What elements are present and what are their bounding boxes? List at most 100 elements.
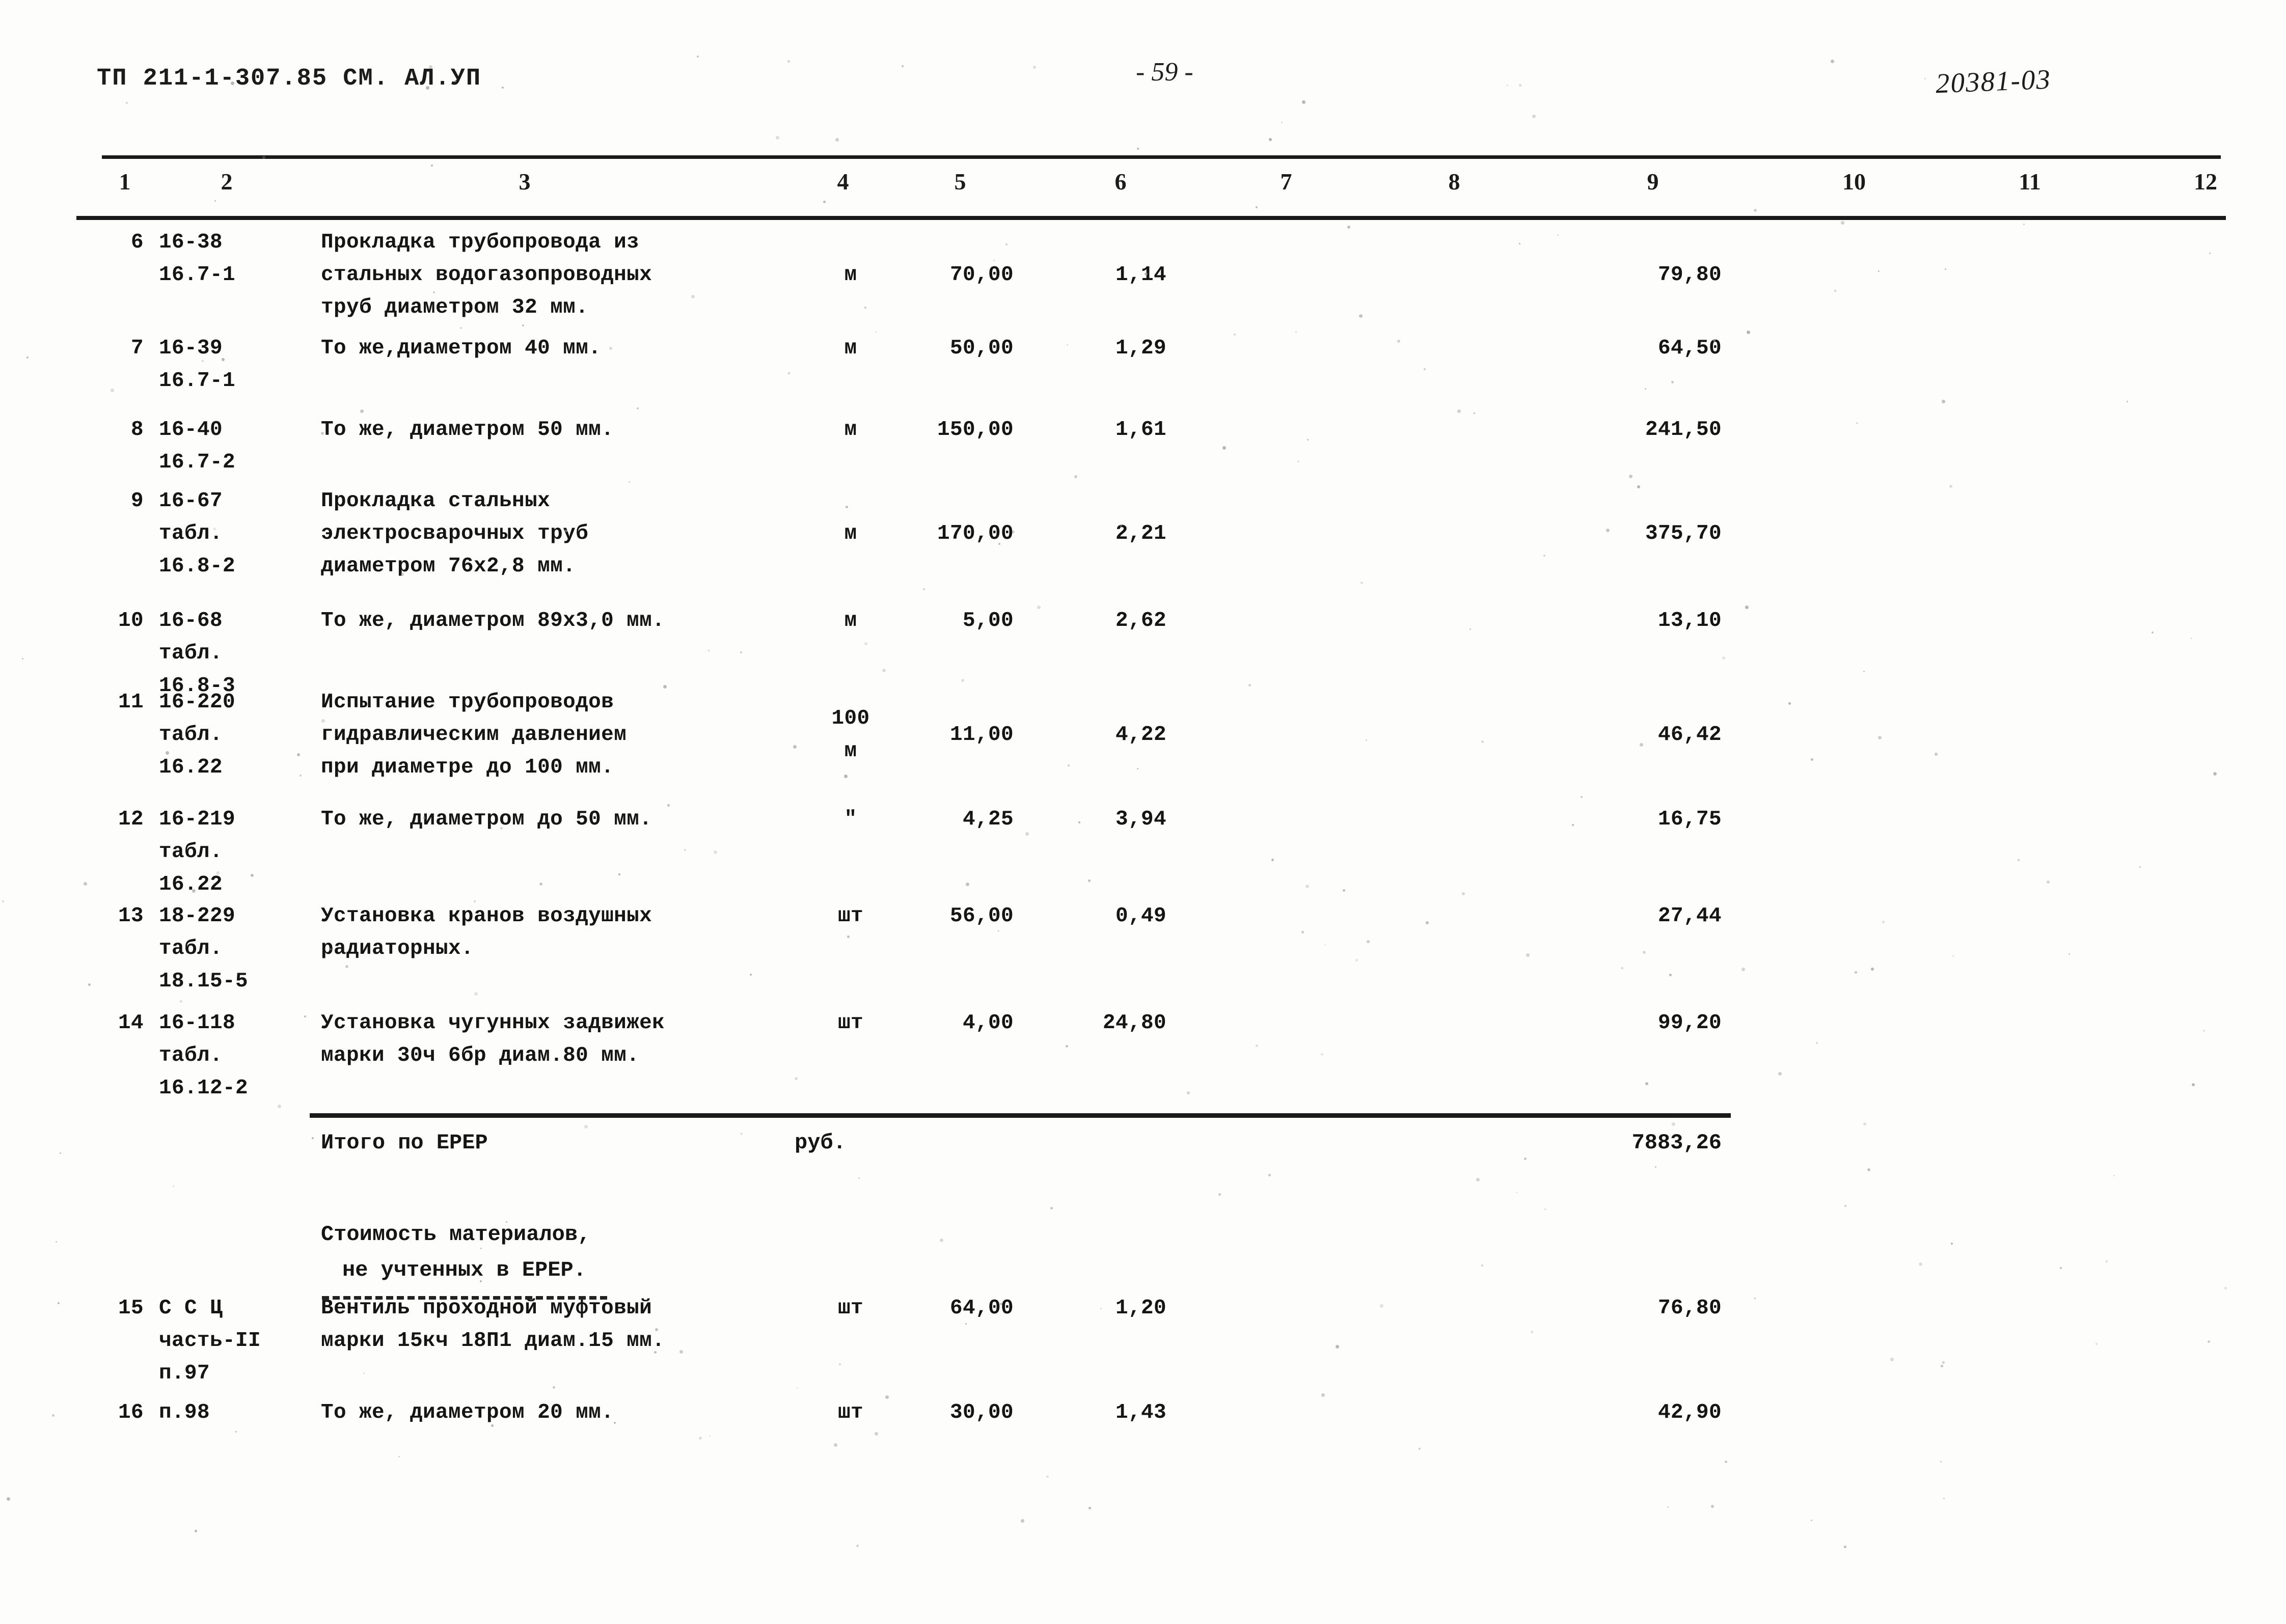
row-quantity: 170,00: [937, 522, 1014, 545]
row-quantity: 4,25: [962, 808, 1014, 831]
row-total: 79,80: [1657, 263, 1722, 287]
row-unit-price: 0,49: [1115, 904, 1166, 928]
page-number: - 59 -: [1136, 58, 1193, 87]
row-number: 13: [118, 904, 144, 928]
column-number-row: 1 2 3 4 5 6 7 8 9 10 11 12: [0, 168, 2286, 214]
row-code: п.98: [159, 1401, 210, 1424]
row-quantity: 5,00: [962, 609, 1014, 632]
row-unit: м: [844, 609, 857, 632]
column-number-11: 11: [2019, 169, 2041, 195]
row-unit-price: 4,22: [1115, 723, 1166, 747]
total-erer-unit: руб.: [795, 1131, 846, 1155]
materials-heading-line1: Стоимость материалов,: [321, 1222, 591, 1247]
row-unit-price: 1,14: [1115, 263, 1166, 287]
column-number-10: 10: [1842, 169, 1866, 195]
row-description: То же, диаметром 89х3,0 мм.: [321, 609, 665, 632]
totals-separator-rule: [310, 1113, 1731, 1118]
row-unit: м: [844, 337, 857, 360]
row-unit: ": [844, 808, 857, 831]
row-unit: шт: [837, 1401, 863, 1424]
row-code: 16-219 табл. 16.22: [159, 808, 236, 896]
row-unit: шт: [837, 1011, 863, 1035]
row-number: 8: [130, 418, 144, 442]
row-quantity: 56,00: [949, 904, 1014, 928]
row-code: 16-118 табл. 16.12-2: [159, 1011, 249, 1100]
column-number-7: 7: [1280, 169, 1292, 195]
row-description: То же, диаметром 20 мм.: [321, 1401, 614, 1424]
column-number-12: 12: [2194, 169, 2217, 195]
column-number-5: 5: [954, 169, 966, 195]
column-header-rule: [76, 216, 2226, 220]
row-total: 16,75: [1657, 808, 1722, 831]
row-description: То же, диаметром 50 мм.: [321, 418, 614, 442]
total-erer-value: 7883,26: [1631, 1131, 1722, 1155]
row-code: 16-40 16.7-2: [159, 418, 236, 474]
row-description: Прокладка стальных электросварочных труб…: [321, 489, 589, 578]
row-description: Вентиль проходной муфтовый марки 15кч 18…: [321, 1297, 665, 1353]
row-total: 99,20: [1657, 1011, 1722, 1035]
row-description: Установка чугунных задвижек марки 30ч 6б…: [321, 1011, 665, 1067]
row-code: 18-229 табл. 18.15-5: [159, 904, 249, 993]
total-erer-label: Итого по ЕРЕР: [321, 1131, 488, 1155]
row-quantity: 11,00: [949, 723, 1014, 747]
column-number-8: 8: [1448, 169, 1460, 195]
row-code: 16-67 табл. 16.8-2: [159, 489, 236, 578]
row-number: 10: [118, 609, 144, 632]
row-unit-price: 2,62: [1115, 609, 1166, 632]
row-number: 12: [118, 808, 144, 831]
row-total: 27,44: [1657, 904, 1722, 928]
row-total: 76,80: [1657, 1297, 1722, 1320]
row-number: 16: [118, 1401, 144, 1424]
row-number: 7: [130, 337, 144, 360]
row-unit: м: [844, 418, 857, 442]
materials-heading-line2: не учтенных в ЕРЕР.: [342, 1258, 586, 1282]
row-description: То же, диаметром до 50 мм.: [321, 808, 652, 831]
row-total: 13,10: [1657, 609, 1722, 632]
row-unit-price: 1,29: [1115, 337, 1166, 360]
row-total: 46,42: [1657, 723, 1722, 747]
row-total: 241,50: [1645, 418, 1722, 442]
row-unit: шт: [837, 904, 863, 928]
row-number: 11: [118, 691, 144, 714]
column-number-1: 1: [119, 169, 131, 195]
row-number: 15: [118, 1297, 144, 1320]
archive-stamp: 20381-03: [1935, 63, 2052, 99]
row-code: 16-38 16.7-1: [159, 231, 236, 287]
column-number-3: 3: [519, 169, 531, 195]
row-unit-price: 1,43: [1115, 1401, 1166, 1424]
row-quantity: 150,00: [937, 418, 1014, 442]
table-top-rule: [102, 155, 2221, 159]
row-description: Прокладка трубопровода из стальных водог…: [321, 231, 652, 319]
row-description: Испытание трубопроводов гидравлическим д…: [321, 691, 627, 779]
row-code: 16-39 16.7-1: [159, 337, 236, 393]
row-number: 6: [130, 231, 144, 254]
column-number-9: 9: [1647, 169, 1659, 195]
row-unit: м: [844, 522, 857, 545]
row-code: С С Ц часть-II п.97: [159, 1297, 261, 1385]
document-page: ТП 211-1-307.85 СМ. АЛ.УП - 59 - 20381-0…: [0, 0, 2286, 1624]
row-number: 9: [130, 489, 144, 513]
materials-dashed-rule: [322, 1296, 607, 1300]
row-unit: 100 м: [831, 707, 870, 763]
row-unit: м: [844, 263, 857, 287]
row-unit-price: 2,21: [1115, 522, 1166, 545]
row-quantity: 30,00: [949, 1401, 1014, 1424]
row-unit-price: 24,80: [1102, 1011, 1166, 1035]
row-quantity: 50,00: [949, 337, 1014, 360]
row-number: 14: [118, 1011, 144, 1035]
row-total: 42,90: [1657, 1401, 1722, 1424]
row-total: 375,70: [1645, 522, 1722, 545]
row-quantity: 4,00: [962, 1011, 1014, 1035]
column-number-4: 4: [837, 169, 849, 195]
row-unit: шт: [837, 1297, 863, 1320]
document-code-header: ТП 211-1-307.85 СМ. АЛ.УП: [97, 65, 482, 92]
row-total: 64,50: [1657, 337, 1722, 360]
row-unit-price: 3,94: [1115, 808, 1166, 831]
row-unit-price: 1,20: [1115, 1297, 1166, 1320]
row-description: То же,диаметром 40 мм.: [321, 337, 602, 360]
row-description: Установка кранов воздушных радиаторных.: [321, 904, 652, 960]
row-unit-price: 1,61: [1115, 418, 1166, 442]
row-quantity: 70,00: [949, 263, 1014, 287]
row-code: 16-220 табл. 16.22: [159, 691, 236, 779]
row-quantity: 64,00: [949, 1297, 1014, 1320]
